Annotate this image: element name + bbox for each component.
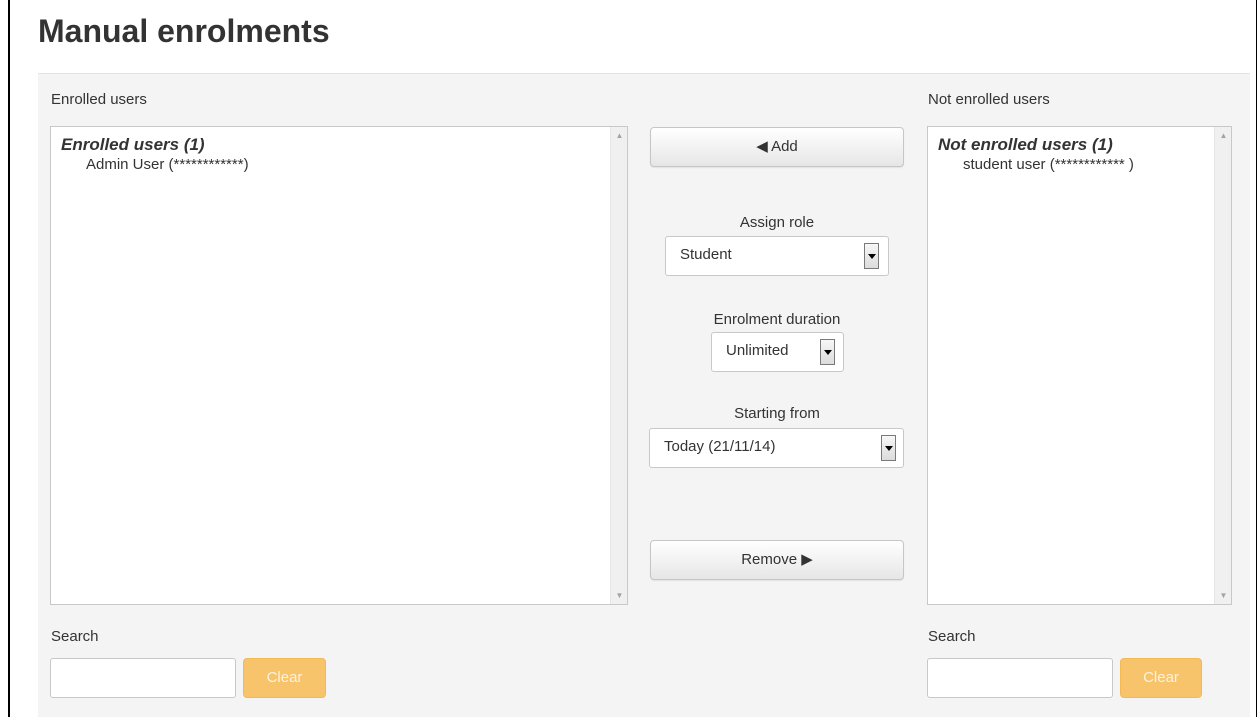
add-button[interactable]: ◀ Add [650,127,904,167]
not-enrolled-users-scrollbar[interactable]: ▲ ▼ [1214,127,1231,604]
clear-left-button[interactable]: Clear [243,658,326,698]
remove-button[interactable]: Remove ▶ [650,540,904,580]
enrolled-users-label: Enrolled users [51,91,147,108]
enrolled-users-group-label: Enrolled users (1) [61,135,205,154]
scroll-up-icon[interactable]: ▲ [1215,127,1231,144]
search-right-label: Search [928,628,976,645]
page-title: Manual enrolments [38,13,330,49]
enrolled-users-scrollbar[interactable]: ▲ ▼ [610,127,627,604]
starting-from-select[interactable]: Today (21/11/14) [649,428,904,468]
enrolment-duration-value: Unlimited [726,342,789,359]
clear-right-button[interactable]: Clear [1120,658,1202,698]
list-item[interactable]: student user (************ ) [938,156,1134,173]
scroll-down-icon[interactable]: ▼ [611,587,627,604]
scroll-up-icon[interactable]: ▲ [611,127,627,144]
search-right-input[interactable] [927,658,1113,698]
search-left-label: Search [51,628,99,645]
assign-role-value: Student [680,246,732,263]
not-enrolled-users-label: Not enrolled users [928,91,1050,108]
chevron-down-icon[interactable] [881,435,896,461]
scroll-down-icon[interactable]: ▼ [1215,587,1231,604]
not-enrolled-users-list: Not enrolled users (1) student user (***… [938,135,1134,173]
starting-from-label: Starting from [734,405,820,422]
list-item[interactable]: Admin User (************) [61,156,249,173]
chevron-down-icon[interactable] [820,339,835,365]
chevron-down-icon[interactable] [864,243,879,269]
not-enrolled-users-group-label: Not enrolled users (1) [938,135,1113,154]
search-left-input[interactable] [50,658,236,698]
enrolment-duration-label: Enrolment duration [713,311,841,328]
starting-from-value: Today (21/11/14) [664,438,776,455]
assign-role-label: Assign role [739,214,815,231]
assign-role-select[interactable]: Student [665,236,889,276]
not-enrolled-users-listbox[interactable]: Not enrolled users (1) student user (***… [927,126,1232,605]
enrolled-users-listbox[interactable]: Enrolled users (1) Admin User (*********… [50,126,628,605]
enrolled-users-list: Enrolled users (1) Admin User (*********… [61,135,249,173]
enrolment-duration-select[interactable]: Unlimited [711,332,844,372]
